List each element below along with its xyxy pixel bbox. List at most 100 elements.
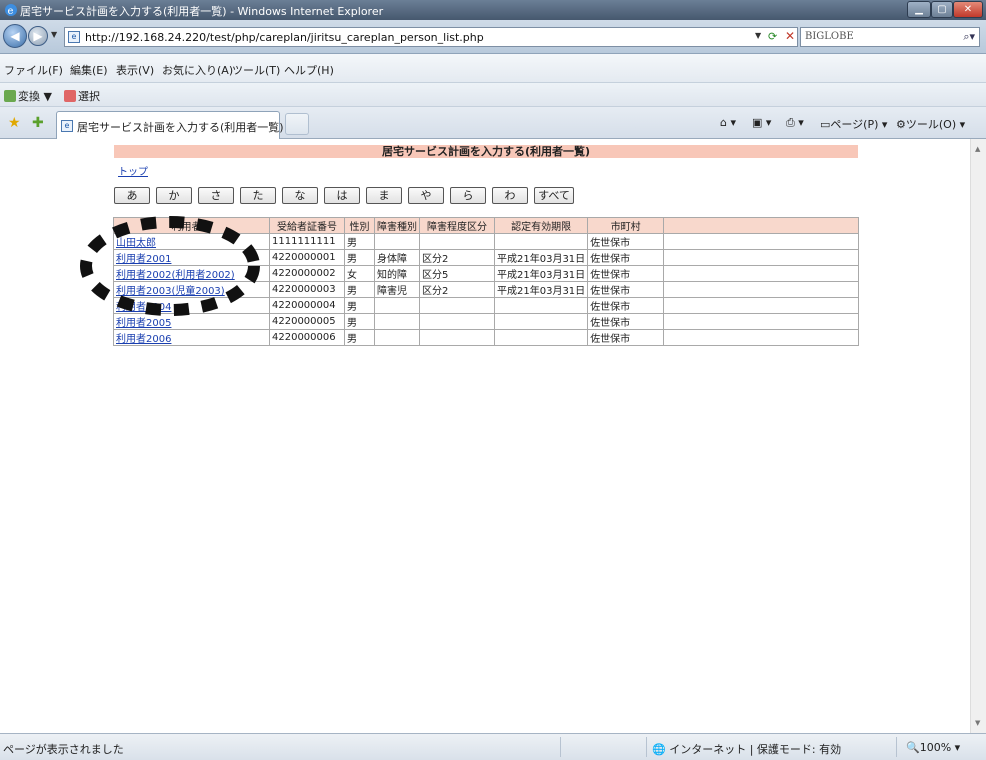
- cell-gender: 男: [344, 313, 375, 330]
- kana-ra-button[interactable]: ら: [450, 187, 486, 204]
- window-title: 居宅サービス計画を入力する(利用者一覧) - Windows Internet …: [20, 5, 384, 18]
- menu-help[interactable]: ヘルプ(H): [284, 62, 334, 78]
- cell-certificate: 4220000006: [269, 329, 345, 346]
- add-favorites-icon[interactable]: ✚: [32, 115, 44, 131]
- print-icon[interactable]: ⎙ ▾: [786, 116, 804, 130]
- kana-all-button[interactable]: すべて: [534, 187, 574, 204]
- kana-ma-button[interactable]: ま: [366, 187, 402, 204]
- cell-blank: [663, 249, 859, 266]
- cell-disability-level: [419, 329, 495, 346]
- home-icon[interactable]: ⌂ ▾: [720, 116, 736, 129]
- cell-gender: 男: [344, 297, 375, 314]
- cell-disability-type: [374, 233, 420, 250]
- menu-view[interactable]: 表示(V): [116, 62, 154, 78]
- tools-menu-button[interactable]: ⚙ツール(O) ▾: [896, 116, 965, 132]
- page-menu-label: ページ(P): [830, 118, 879, 131]
- cell-disability-level: [419, 233, 495, 250]
- col-header-blank: [663, 217, 859, 234]
- cell-gender: 女: [344, 265, 375, 282]
- address-field[interactable]: e http://192.168.24.220/test/php/carepla…: [64, 27, 798, 47]
- cell-name: 利用者2006: [113, 329, 270, 346]
- maximize-button[interactable]: ▢: [931, 1, 953, 18]
- cell-certificate: 4220000004: [269, 297, 345, 314]
- col-header-expiry: 認定有効期限: [493, 217, 589, 234]
- vertical-scrollbar[interactable]: ▲ ▼: [970, 139, 986, 733]
- cell-city: 佐世保市: [587, 249, 665, 266]
- convert-button[interactable]: 変換 ▼: [4, 88, 52, 104]
- feeds-icon[interactable]: ▣ ▾: [752, 116, 771, 129]
- cell-blank: [663, 233, 859, 250]
- kana-sa-button[interactable]: さ: [198, 187, 234, 204]
- cell-blank: [663, 281, 859, 298]
- kana-ha-button[interactable]: は: [324, 187, 360, 204]
- scroll-up-icon[interactable]: ▲: [975, 145, 980, 153]
- status-divider: [896, 737, 897, 757]
- kana-na-button[interactable]: な: [282, 187, 318, 204]
- cell-disability-level: 区分5: [419, 265, 495, 282]
- user-name-link[interactable]: 利用者2005: [116, 318, 171, 329]
- refresh-icon[interactable]: ⟳: [768, 30, 777, 43]
- cell-gender: 男: [344, 249, 375, 266]
- security-zone[interactable]: 🌐 インターネット | 保護モード: 有効: [652, 741, 841, 757]
- cell-city: 佐世保市: [587, 233, 665, 250]
- search-provider: BIGLOBE: [805, 31, 854, 42]
- top-link[interactable]: トップ: [118, 163, 148, 178]
- cell-expiry: 平成21年03月31日: [493, 265, 589, 282]
- status-text: ページが表示されました: [3, 743, 124, 756]
- cell-gender: 男: [344, 329, 375, 346]
- stop-icon[interactable]: ✕: [785, 29, 795, 43]
- kana-a-button[interactable]: あ: [114, 187, 150, 204]
- select-button[interactable]: 選択: [64, 88, 100, 104]
- menu-favorites[interactable]: お気に入り(A): [162, 62, 233, 78]
- cell-certificate: 4220000001: [269, 249, 345, 266]
- menu-tools[interactable]: ツール(T): [232, 62, 280, 78]
- convert-icon: [4, 90, 16, 102]
- back-button[interactable]: ◀: [3, 24, 27, 48]
- cell-disability-level: [419, 313, 495, 330]
- security-zone-label: インターネット | 保護モード: 有効: [669, 743, 842, 756]
- tab-current[interactable]: e 居宅サービス計画を入力する(利用者一覧): [56, 111, 284, 139]
- cell-disability-level: [419, 297, 495, 314]
- col-header-disability-level: 障害程度区分: [419, 217, 495, 234]
- cell-blank: [663, 313, 859, 330]
- search-field[interactable]: BIGLOBE ⌕▾: [800, 27, 980, 47]
- status-divider: [646, 737, 647, 757]
- col-header-city: 市町村: [587, 217, 665, 234]
- zoom-control[interactable]: 🔍100% ▾: [906, 741, 960, 754]
- page-menu-button[interactable]: ▭ページ(P) ▾: [820, 116, 887, 132]
- search-icon[interactable]: ⌕▾: [963, 30, 975, 44]
- select-label: 選択: [78, 90, 100, 103]
- col-header-disability-type: 障害種別: [374, 217, 420, 234]
- cell-expiry: [493, 297, 589, 314]
- cell-gender: 男: [344, 233, 375, 250]
- page-content: 居宅サービス計画を入力する(利用者一覧) トップ あ か さ た な は ま や…: [0, 139, 970, 733]
- cell-expiry: 平成21年03月31日: [493, 281, 589, 298]
- select-icon: [64, 90, 76, 102]
- close-window-button[interactable]: ✕: [953, 1, 983, 18]
- zoom-level: 100%: [919, 741, 952, 754]
- menu-file[interactable]: ファイル(F): [4, 62, 63, 78]
- cell-gender: 男: [344, 281, 375, 298]
- cell-city: 佐世保市: [587, 313, 665, 330]
- kana-ya-button[interactable]: や: [408, 187, 444, 204]
- cell-disability-type: [374, 329, 420, 346]
- user-name-link[interactable]: 利用者2006: [116, 334, 171, 345]
- new-tab-button[interactable]: [285, 113, 309, 135]
- minimize-button[interactable]: ▁: [907, 1, 931, 18]
- forward-button[interactable]: ▶: [28, 26, 48, 46]
- tab-bar: ★ ✚ e 居宅サービス計画を入力する(利用者一覧) ⌂ ▾ ▣ ▾ ⎙ ▾ ▭…: [0, 107, 986, 139]
- cell-certificate: 4220000002: [269, 265, 345, 282]
- menu-edit[interactable]: 編集(E): [70, 62, 108, 78]
- cell-disability-level: 区分2: [419, 281, 495, 298]
- favorites-star-icon[interactable]: ★: [8, 115, 21, 131]
- kana-wa-button[interactable]: わ: [492, 187, 528, 204]
- kana-ka-button[interactable]: か: [156, 187, 192, 204]
- address-dropdown-icon[interactable]: ▼: [755, 31, 761, 40]
- history-dropdown-icon[interactable]: ▼: [51, 30, 57, 39]
- link-toolbar: 変換 ▼ 選択: [0, 83, 986, 107]
- kana-ta-button[interactable]: た: [240, 187, 276, 204]
- cell-certificate: 4220000003: [269, 281, 345, 298]
- cell-disability-type: 知的障: [374, 265, 420, 282]
- scroll-down-icon[interactable]: ▼: [975, 719, 980, 727]
- address-url[interactable]: http://192.168.24.220/test/php/careplan/…: [85, 31, 484, 44]
